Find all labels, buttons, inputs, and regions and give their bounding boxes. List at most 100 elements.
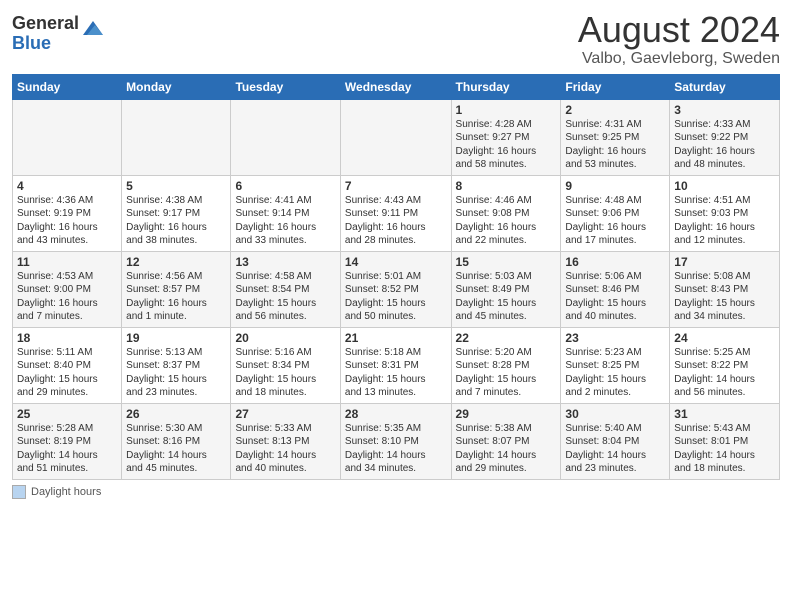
calendar-cell: 22Sunrise: 5:20 AM Sunset: 8:28 PM Dayli… bbox=[451, 327, 561, 403]
day-number: 11 bbox=[17, 255, 117, 269]
day-info: Sunrise: 4:46 AM Sunset: 9:08 PM Dayligh… bbox=[456, 194, 557, 248]
calendar-cell bbox=[13, 99, 122, 175]
calendar-cell: 3Sunrise: 4:33 AM Sunset: 9:22 PM Daylig… bbox=[670, 99, 780, 175]
calendar-cell bbox=[122, 99, 231, 175]
day-info: Sunrise: 4:38 AM Sunset: 9:17 PM Dayligh… bbox=[126, 194, 226, 248]
logo: General Blue bbox=[12, 14, 105, 54]
page-container: General Blue August 2024 Valbo, Gaevlebo… bbox=[0, 0, 792, 509]
calendar-body: 1Sunrise: 4:28 AM Sunset: 9:27 PM Daylig… bbox=[13, 99, 780, 479]
day-number: 18 bbox=[17, 331, 117, 345]
day-info: Sunrise: 5:30 AM Sunset: 8:16 PM Dayligh… bbox=[126, 422, 226, 476]
calendar-cell: 4Sunrise: 4:36 AM Sunset: 9:19 PM Daylig… bbox=[13, 175, 122, 251]
day-number: 21 bbox=[345, 331, 447, 345]
calendar-cell: 24Sunrise: 5:25 AM Sunset: 8:22 PM Dayli… bbox=[670, 327, 780, 403]
day-info: Sunrise: 5:33 AM Sunset: 8:13 PM Dayligh… bbox=[235, 422, 335, 476]
day-number: 9 bbox=[565, 179, 665, 193]
day-number: 27 bbox=[235, 407, 335, 421]
day-info: Sunrise: 4:51 AM Sunset: 9:03 PM Dayligh… bbox=[674, 194, 775, 248]
day-number: 8 bbox=[456, 179, 557, 193]
calendar-cell: 2Sunrise: 4:31 AM Sunset: 9:25 PM Daylig… bbox=[561, 99, 670, 175]
month-title: August 2024 bbox=[578, 10, 780, 50]
calendar-cell: 28Sunrise: 5:35 AM Sunset: 8:10 PM Dayli… bbox=[340, 403, 451, 479]
day-info: Sunrise: 5:16 AM Sunset: 8:34 PM Dayligh… bbox=[235, 346, 335, 400]
day-number: 24 bbox=[674, 331, 775, 345]
footer: Daylight hours bbox=[12, 485, 780, 499]
day-info: Sunrise: 5:38 AM Sunset: 8:07 PM Dayligh… bbox=[456, 422, 557, 476]
day-info: Sunrise: 4:41 AM Sunset: 9:14 PM Dayligh… bbox=[235, 194, 335, 248]
location-title: Valbo, Gaevleborg, Sweden bbox=[578, 50, 780, 68]
calendar-week-3: 18Sunrise: 5:11 AM Sunset: 8:40 PM Dayli… bbox=[13, 327, 780, 403]
day-number: 10 bbox=[674, 179, 775, 193]
day-info: Sunrise: 4:53 AM Sunset: 9:00 PM Dayligh… bbox=[17, 270, 117, 324]
header-wednesday: Wednesday bbox=[340, 74, 451, 99]
calendar-cell: 12Sunrise: 4:56 AM Sunset: 8:57 PM Dayli… bbox=[122, 251, 231, 327]
day-info: Sunrise: 4:33 AM Sunset: 9:22 PM Dayligh… bbox=[674, 118, 775, 172]
day-number: 4 bbox=[17, 179, 117, 193]
calendar-cell: 29Sunrise: 5:38 AM Sunset: 8:07 PM Dayli… bbox=[451, 403, 561, 479]
day-info: Sunrise: 4:28 AM Sunset: 9:27 PM Dayligh… bbox=[456, 118, 557, 172]
calendar-cell: 10Sunrise: 4:51 AM Sunset: 9:03 PM Dayli… bbox=[670, 175, 780, 251]
day-number: 12 bbox=[126, 255, 226, 269]
day-number: 14 bbox=[345, 255, 447, 269]
calendar-cell: 11Sunrise: 4:53 AM Sunset: 9:00 PM Dayli… bbox=[13, 251, 122, 327]
header-row: Sunday Monday Tuesday Wednesday Thursday… bbox=[13, 74, 780, 99]
day-info: Sunrise: 5:08 AM Sunset: 8:43 PM Dayligh… bbox=[674, 270, 775, 324]
day-number: 19 bbox=[126, 331, 226, 345]
calendar-cell: 9Sunrise: 4:48 AM Sunset: 9:06 PM Daylig… bbox=[561, 175, 670, 251]
calendar-cell: 30Sunrise: 5:40 AM Sunset: 8:04 PM Dayli… bbox=[561, 403, 670, 479]
calendar-header: Sunday Monday Tuesday Wednesday Thursday… bbox=[13, 74, 780, 99]
day-number: 20 bbox=[235, 331, 335, 345]
calendar-cell: 25Sunrise: 5:28 AM Sunset: 8:19 PM Dayli… bbox=[13, 403, 122, 479]
day-number: 28 bbox=[345, 407, 447, 421]
day-number: 3 bbox=[674, 103, 775, 117]
day-number: 17 bbox=[674, 255, 775, 269]
calendar-cell: 21Sunrise: 5:18 AM Sunset: 8:31 PM Dayli… bbox=[340, 327, 451, 403]
calendar-cell: 20Sunrise: 5:16 AM Sunset: 8:34 PM Dayli… bbox=[231, 327, 340, 403]
calendar-cell: 16Sunrise: 5:06 AM Sunset: 8:46 PM Dayli… bbox=[561, 251, 670, 327]
day-info: Sunrise: 4:56 AM Sunset: 8:57 PM Dayligh… bbox=[126, 270, 226, 324]
day-info: Sunrise: 4:36 AM Sunset: 9:19 PM Dayligh… bbox=[17, 194, 117, 248]
day-number: 31 bbox=[674, 407, 775, 421]
day-number: 5 bbox=[126, 179, 226, 193]
title-section: August 2024 Valbo, Gaevleborg, Sweden bbox=[578, 10, 780, 68]
day-info: Sunrise: 5:06 AM Sunset: 8:46 PM Dayligh… bbox=[565, 270, 665, 324]
day-number: 2 bbox=[565, 103, 665, 117]
day-number: 22 bbox=[456, 331, 557, 345]
day-info: Sunrise: 4:58 AM Sunset: 8:54 PM Dayligh… bbox=[235, 270, 335, 324]
day-number: 25 bbox=[17, 407, 117, 421]
calendar-cell: 19Sunrise: 5:13 AM Sunset: 8:37 PM Dayli… bbox=[122, 327, 231, 403]
calendar-cell: 13Sunrise: 4:58 AM Sunset: 8:54 PM Dayli… bbox=[231, 251, 340, 327]
logo-blue: Blue bbox=[12, 34, 79, 54]
daylight-legend-box bbox=[12, 485, 26, 499]
header-tuesday: Tuesday bbox=[231, 74, 340, 99]
day-info: Sunrise: 5:25 AM Sunset: 8:22 PM Dayligh… bbox=[674, 346, 775, 400]
day-info: Sunrise: 5:40 AM Sunset: 8:04 PM Dayligh… bbox=[565, 422, 665, 476]
daylight-legend-label: Daylight hours bbox=[31, 486, 101, 498]
calendar-cell: 18Sunrise: 5:11 AM Sunset: 8:40 PM Dayli… bbox=[13, 327, 122, 403]
calendar-cell: 14Sunrise: 5:01 AM Sunset: 8:52 PM Dayli… bbox=[340, 251, 451, 327]
header-friday: Friday bbox=[561, 74, 670, 99]
header-monday: Monday bbox=[122, 74, 231, 99]
calendar-cell: 6Sunrise: 4:41 AM Sunset: 9:14 PM Daylig… bbox=[231, 175, 340, 251]
header: General Blue August 2024 Valbo, Gaevlebo… bbox=[12, 10, 780, 68]
day-info: Sunrise: 5:03 AM Sunset: 8:49 PM Dayligh… bbox=[456, 270, 557, 324]
day-number: 23 bbox=[565, 331, 665, 345]
calendar-cell: 1Sunrise: 4:28 AM Sunset: 9:27 PM Daylig… bbox=[451, 99, 561, 175]
day-info: Sunrise: 5:13 AM Sunset: 8:37 PM Dayligh… bbox=[126, 346, 226, 400]
calendar-cell: 5Sunrise: 4:38 AM Sunset: 9:17 PM Daylig… bbox=[122, 175, 231, 251]
logo-text: General Blue bbox=[12, 14, 79, 54]
header-thursday: Thursday bbox=[451, 74, 561, 99]
day-number: 7 bbox=[345, 179, 447, 193]
calendar-cell: 23Sunrise: 5:23 AM Sunset: 8:25 PM Dayli… bbox=[561, 327, 670, 403]
calendar-week-2: 11Sunrise: 4:53 AM Sunset: 9:00 PM Dayli… bbox=[13, 251, 780, 327]
calendar-cell: 17Sunrise: 5:08 AM Sunset: 8:43 PM Dayli… bbox=[670, 251, 780, 327]
day-info: Sunrise: 5:35 AM Sunset: 8:10 PM Dayligh… bbox=[345, 422, 447, 476]
day-info: Sunrise: 5:43 AM Sunset: 8:01 PM Dayligh… bbox=[674, 422, 775, 476]
day-info: Sunrise: 5:20 AM Sunset: 8:28 PM Dayligh… bbox=[456, 346, 557, 400]
calendar-cell: 7Sunrise: 4:43 AM Sunset: 9:11 PM Daylig… bbox=[340, 175, 451, 251]
calendar-week-0: 1Sunrise: 4:28 AM Sunset: 9:27 PM Daylig… bbox=[13, 99, 780, 175]
day-number: 15 bbox=[456, 255, 557, 269]
day-number: 6 bbox=[235, 179, 335, 193]
calendar-week-1: 4Sunrise: 4:36 AM Sunset: 9:19 PM Daylig… bbox=[13, 175, 780, 251]
day-info: Sunrise: 4:31 AM Sunset: 9:25 PM Dayligh… bbox=[565, 118, 665, 172]
